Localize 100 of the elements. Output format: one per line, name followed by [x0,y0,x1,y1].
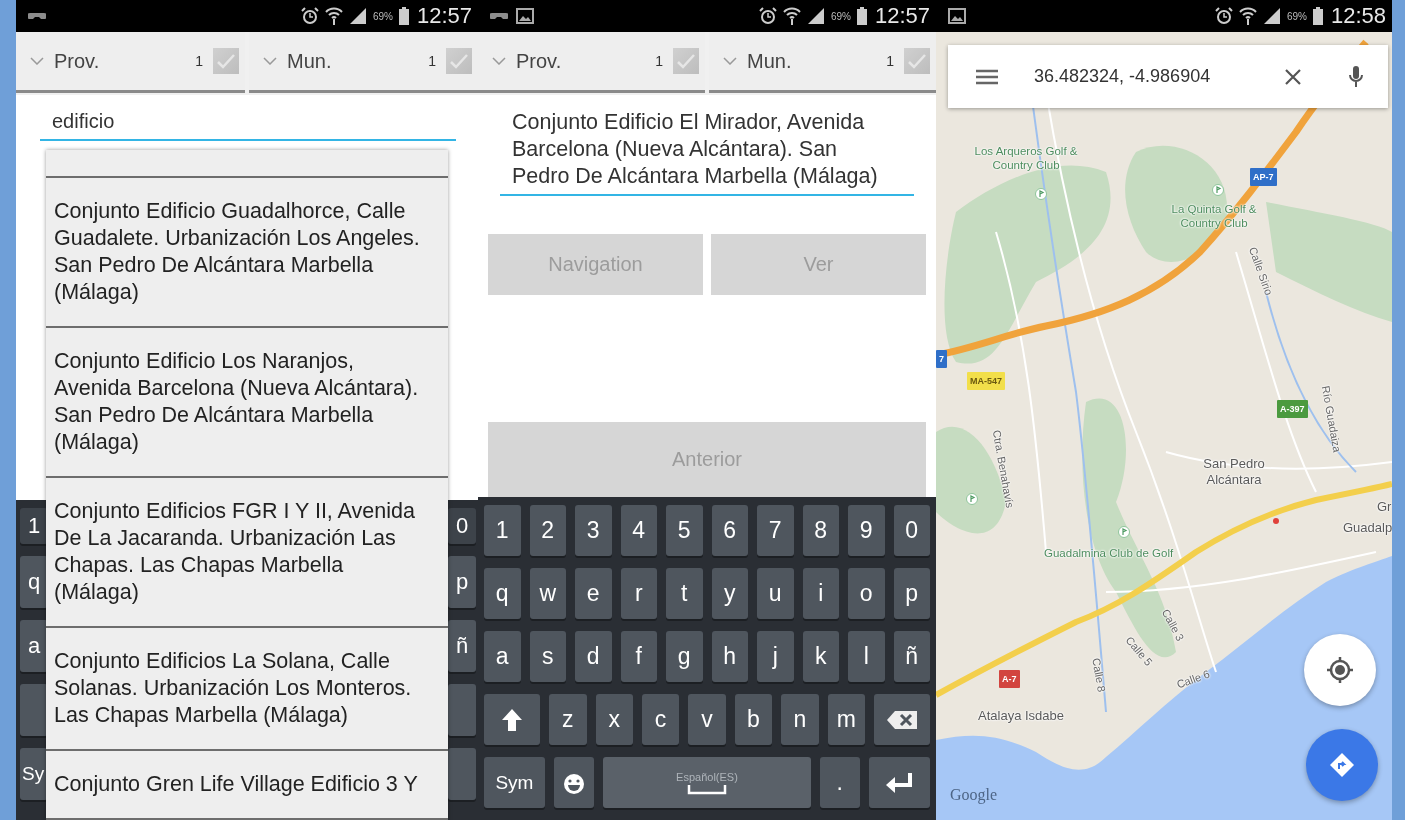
keyboard-key[interactable]: o [848,568,885,619]
battery-icon [856,7,867,25]
keyboard-key[interactable]: f [620,631,657,682]
keyboard-key[interactable]: k [802,631,839,682]
address-field[interactable]: Conjunto Edificio El Mirador, Avenida Barcelona (Nueva Alcántara). San Pedro De Alcántara Marbella (Málaga) [500,109,914,196]
arrow-up-icon [501,707,524,732]
place-label: Gr [1377,499,1392,515]
keyboard-key[interactable]: n [781,694,819,745]
place-label: Atalaya Isdabe [978,708,1064,724]
keyboard-key[interactable]: r [620,568,657,619]
keyboard-key[interactable]: x [595,694,633,745]
street-label: Ctra. Benahavís [989,428,1018,510]
keyboard-key[interactable]: u [757,568,794,619]
keyboard-key[interactable]: s [529,631,566,682]
street-label: Calle 3 [1158,606,1188,644]
street-label: Calle Sirio [1245,245,1277,297]
keyboard-key[interactable]: b [734,694,773,745]
keyboard-key[interactable]: v [688,694,726,745]
battery-percent: 69% [372,10,393,22]
keyboard-key[interactable]: 4 [620,505,657,556]
chevron-down-icon [492,57,506,65]
symbols-key[interactable]: Sym [484,757,545,808]
keyboard-key[interactable]: e [575,568,612,619]
keyboard-key[interactable]: q [484,568,521,619]
keyboard-key[interactable]: 6 [711,505,748,556]
keyboard-key[interactable]: p [448,556,476,608]
microphone-icon[interactable] [1348,64,1364,89]
keyboard-key[interactable]: p [893,568,930,619]
golf-icon [1035,188,1047,200]
keyboard-key[interactable]: i [802,568,839,619]
alarm-clock-icon [1214,7,1233,25]
checkbox[interactable] [673,48,699,74]
filter-count: 1 [428,53,436,69]
keyboard-key[interactable]: a [20,620,48,672]
keyboard-key[interactable]: j [757,631,794,682]
golf-course-label: Guadalmina Club de Golf [1044,546,1174,560]
check-icon [216,53,236,69]
suggestion-item[interactable]: Conjunto Edificio Guadalhorce, Calle Guadalete. Urbanización Los Angeles. San Pedro De Alcántara Marbella (Málaga) [46,178,448,328]
keyboard-key[interactable]: ñ [448,620,476,672]
checkbox[interactable] [904,48,930,74]
keyboard-key[interactable]: 0 [448,508,476,544]
close-icon[interactable] [1284,67,1302,86]
keyboard-key[interactable]: q [20,556,48,608]
battery-percent: 69% [1286,10,1307,22]
keyboard-key[interactable]: d [575,631,612,682]
clock-time: 12:57 [874,3,930,29]
keyboard-key[interactable]: z [549,694,587,745]
battery-icon [398,7,409,25]
golf-course-label: Los Arqueros Golf & Country Club [974,144,1078,172]
keyboard-key[interactable]: 2 [529,505,566,556]
check-icon [449,53,469,69]
keyboard-key[interactable]: 0 [893,505,930,556]
suggestion-item[interactable]: Conjunto Edificios FGR I Y II, Avenida De La Jacaranda. Urbanización Las Chapas. Las Chapas Marbella (Málaga) [46,478,448,628]
signal-icon [348,7,367,25]
place-label: San Pedro Alcántara [1202,456,1266,488]
keyboard-key[interactable]: c [641,694,680,745]
keyboard-key[interactable]: w [529,568,566,619]
place-label: Guadalp [1343,520,1392,536]
menu-icon[interactable] [976,68,998,85]
keyboard-key[interactable]: ñ [893,631,930,682]
keyboard-key[interactable]: 1 [20,508,48,544]
notification-icon [490,11,508,21]
signal-icon [806,7,825,25]
filter-count: 1 [886,53,894,69]
filter-label: Prov. [516,49,562,73]
symbols-key[interactable]: Sy [20,748,48,800]
suggestion-item[interactable]: Conjunto Edificio Los Naranjos, Avenida Barcelona (Nueva Alcántara). San Pedro De Alcántara Marbella (Málaga) [46,328,448,478]
enter-icon [884,771,915,794]
keyboard-key[interactable]: h [711,631,748,682]
search-field[interactable]: edificio [40,110,456,141]
map-attribution: Google [950,786,998,804]
chevron-down-icon [30,57,44,65]
checkbox[interactable] [446,48,472,74]
keyboard-key[interactable]: g [666,631,703,682]
keyboard-key[interactable]: m [827,694,865,745]
keyboard-key[interactable]: a [484,631,521,682]
street-label: Calle 6 [1174,666,1212,692]
keyboard-key[interactable]: 5 [666,505,703,556]
filter-label: Mun. [287,49,332,73]
keyboard-key[interactable]: 9 [848,505,885,556]
road-shield: 7 [936,350,947,368]
keyboard-key[interactable]: 8 [802,505,839,556]
keyboard-key[interactable]: y [711,568,748,619]
keyboard-key[interactable]: 1 [484,505,521,556]
suggestion-item[interactable]: Conjunto Edificios La Solana, Calle Solanas. Urbanización Los Monteros. Las Chapas Marbella (Málaga) [46,628,448,751]
road-shield: MA-547 [967,372,1005,390]
street-label: Río Guadaiza [1318,384,1345,454]
keyboard-key[interactable]: 7 [757,505,794,556]
keyboard-key[interactable]: 3 [575,505,612,556]
road-shield: A-397 [1277,400,1308,418]
suggestion-item[interactable]: Conjunto Gren Life Village Edificio 3 Y [46,751,448,820]
period-key[interactable]: . [819,757,861,808]
emoji-key[interactable] [553,757,595,808]
clock-time: 12:57 [416,3,472,29]
keyboard-key[interactable]: t [666,568,703,619]
backspace-icon [886,709,918,730]
search-query[interactable]: 36.482324, -4.986904 [1034,66,1211,87]
keyboard-key[interactable]: l [848,631,885,682]
golf-icon [1118,526,1130,538]
checkbox[interactable] [213,48,239,74]
